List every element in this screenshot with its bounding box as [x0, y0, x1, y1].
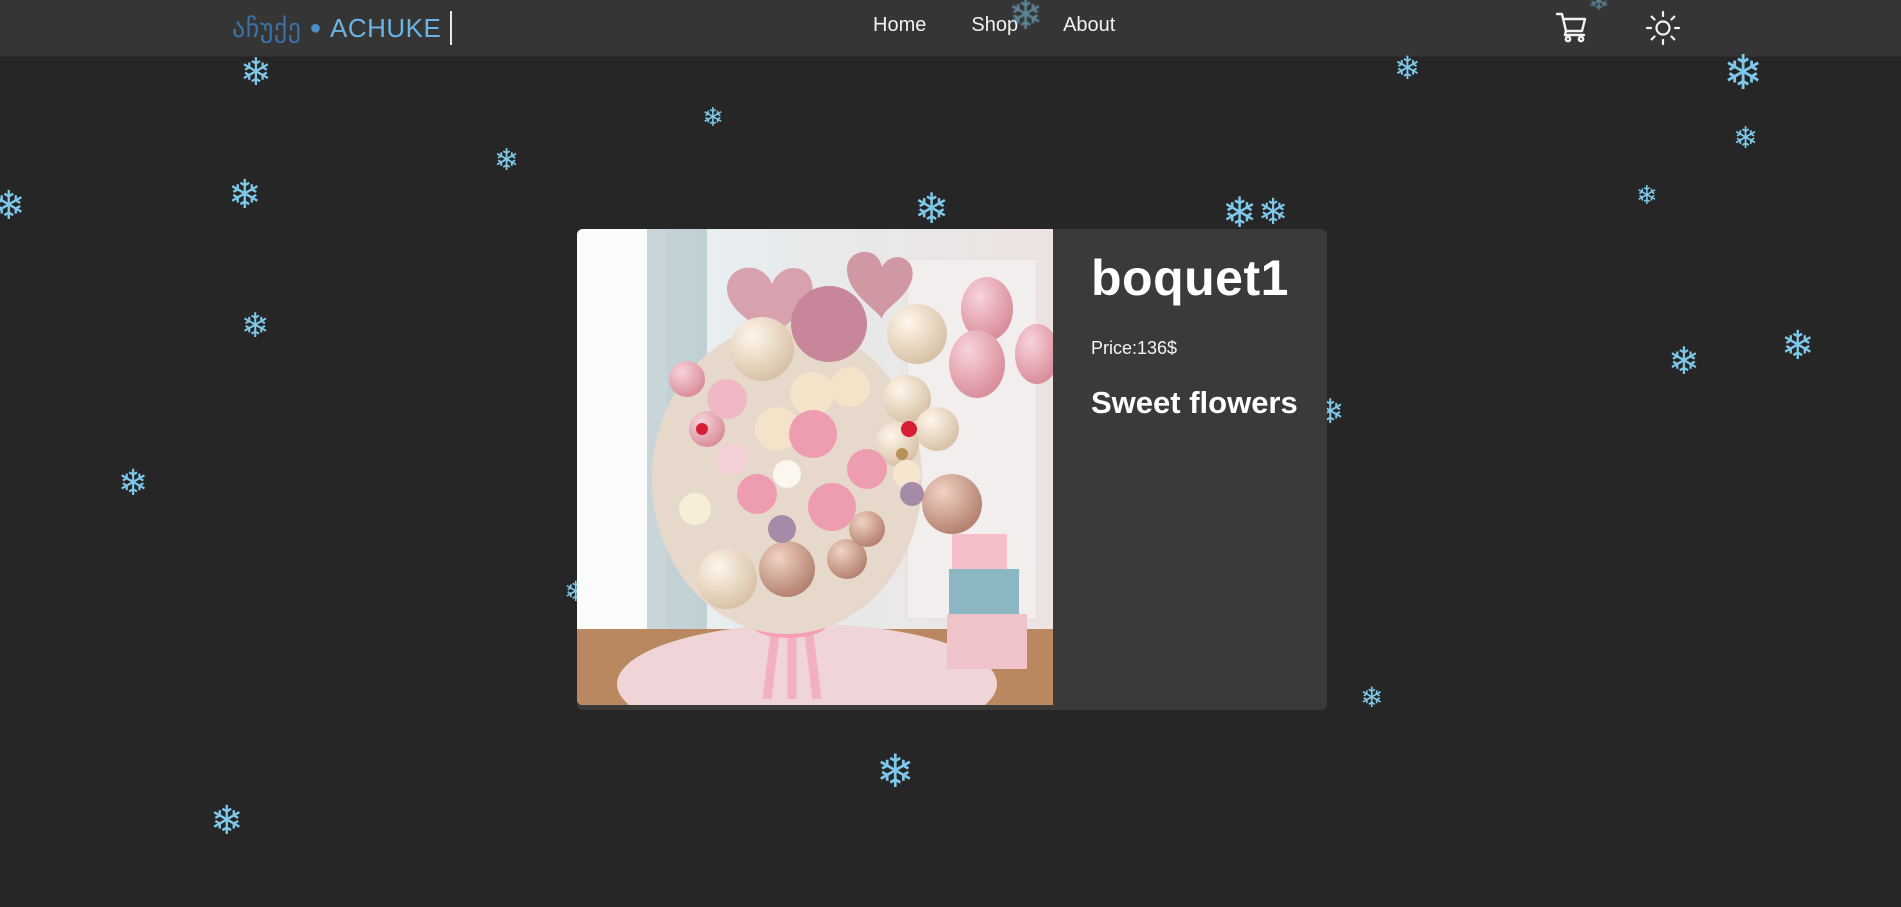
snowflake-icon: ❄: [914, 185, 950, 232]
brand-georgian-text: აჩუქე: [232, 12, 302, 43]
snowflake-icon: ❄: [1008, 0, 1044, 38]
snowflake-icon: ❄: [876, 745, 915, 797]
brand-separator: ●: [309, 16, 322, 39]
product-name: boquet1: [1091, 250, 1289, 306]
product-description: Sweet flowers: [1091, 385, 1298, 420]
snowflake-icon: ❄: [1733, 122, 1759, 155]
snowflake-icon: ❄: [0, 184, 26, 228]
navbar: აჩუქე ● ACHUKE Home Shop About: [0, 0, 1901, 56]
product-image: [577, 229, 1053, 705]
snowflake-icon: ❄: [1360, 682, 1384, 713]
snowflake-icon: ❄: [702, 102, 724, 132]
brand-latin-text: ACHUKE: [330, 12, 442, 43]
price-label: Price:: [1091, 338, 1138, 358]
snowflake-icon: ❄: [1222, 189, 1258, 236]
nav-home-link[interactable]: Home: [873, 14, 926, 37]
main-nav: Home Shop About: [873, 14, 1115, 37]
snowflake-icon: ❄: [1636, 180, 1658, 210]
product-card: boquet1 Price:136$ Sweet flowers: [577, 229, 1327, 710]
snowflake-icon: ❄: [494, 144, 520, 177]
price-value: 136$: [1137, 338, 1178, 358]
snowflake-icon: ❄: [240, 52, 272, 94]
snowflake-icon: ❄: [1394, 50, 1421, 86]
snowflake-icon: ❄: [118, 462, 149, 503]
product-price: Price:136$: [1091, 338, 1177, 359]
brand-logo[interactable]: აჩუქე ● ACHUKE: [232, 12, 441, 44]
snowflake-icon: ❄: [241, 307, 270, 345]
snowflake-icon: ❄: [228, 173, 262, 217]
cart-icon[interactable]: [1555, 10, 1589, 44]
nav-about-link[interactable]: About: [1063, 14, 1115, 37]
snowflake-icon: ❄: [1258, 191, 1289, 232]
snowflake-icon: ❄: [210, 799, 244, 843]
snowflake-icon: ❄: [1723, 47, 1764, 100]
snowflake-icon: ❄: [1588, 0, 1610, 16]
snowflake-icon: ❄: [1781, 324, 1815, 368]
logo-divider: [450, 11, 452, 45]
snowflake-icon: ❄: [1668, 341, 1700, 383]
sun-icon[interactable]: [1645, 10, 1681, 46]
